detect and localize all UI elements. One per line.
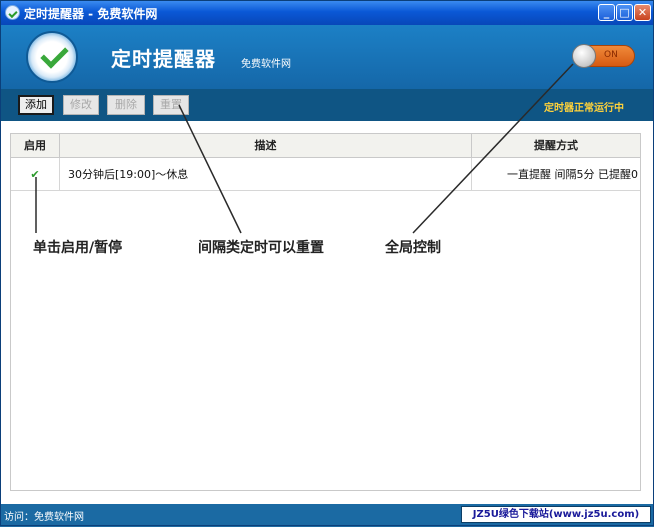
status-text: 访问：免费软件网	[4, 512, 84, 523]
annotation-reset: 间隔类定时可以重置	[198, 240, 324, 256]
watermark-logo: JZ5U绿色下载站(www.jz5u.com)	[461, 506, 651, 523]
annotation-line-reset	[178, 104, 242, 234]
annotation-enable-pause: 单击启用/暂停	[33, 240, 123, 256]
annotation-lines	[35, 63, 574, 234]
status-bar: 访问：免费软件网 JZ5U绿色下载站(www.jz5u.com)	[1, 504, 653, 525]
annotation-line-global	[412, 63, 574, 234]
annotation-global-control: 全局控制	[385, 240, 441, 256]
app-window: 定时提醒器 - 免费软件网 _ □ ✕ 定时提醒器 免费软件网 ON 添加 修改…	[0, 0, 654, 526]
